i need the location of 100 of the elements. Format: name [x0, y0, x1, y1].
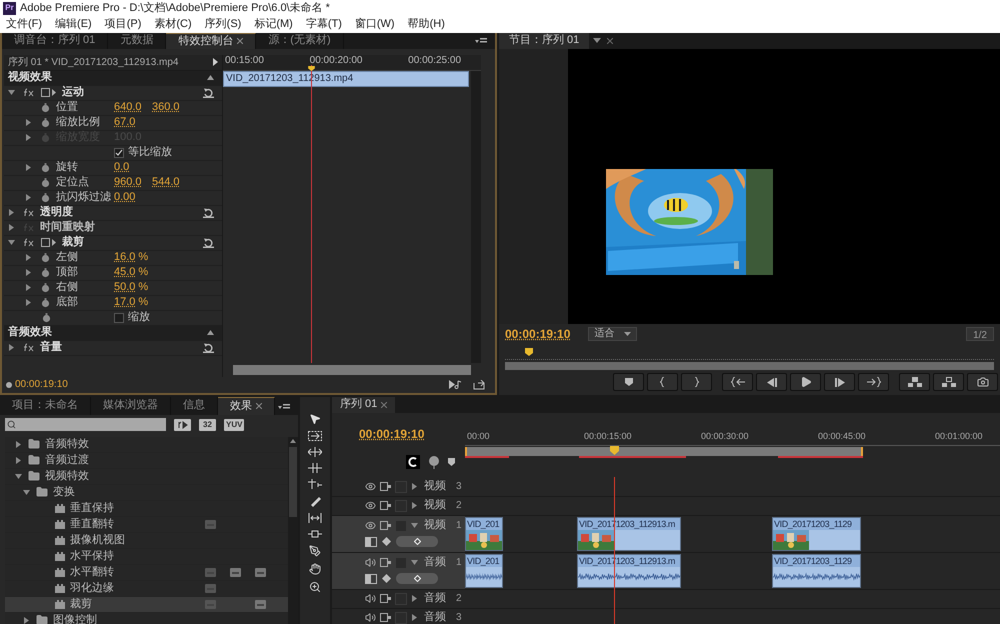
disclosure-triangle-icon[interactable]: [15, 472, 22, 480]
ripple-edit-icon[interactable]: [308, 446, 322, 456]
playhead-handle-icon[interactable]: [524, 348, 533, 356]
horizontal-scrollbar[interactable]: [233, 364, 471, 374]
zoom-dropdown[interactable]: 适合: [588, 326, 638, 340]
eye-icon[interactable]: [365, 520, 376, 531]
effect-item[interactable]: 垂直保持: [5, 500, 288, 516]
panel-tab[interactable]: 节目：序列 01: [499, 32, 590, 48]
menu-item[interactable]: 文件(F): [6, 16, 42, 33]
time-ruler[interactable]: 00:00 00:00:15:00 00:00:30:00 00:00:45:00 00:01:00:00: [465, 430, 1000, 446]
reset-icon[interactable]: [203, 207, 214, 218]
stopwatch-icon[interactable]: [41, 162, 50, 172]
parameter-value[interactable]: 544.0: [152, 174, 180, 191]
playhead-line[interactable]: [311, 64, 312, 362]
play-button[interactable]: [790, 373, 821, 391]
checkbox[interactable]: [114, 312, 124, 322]
vertical-scrollbar[interactable]: [471, 70, 481, 362]
rate-stretch-icon[interactable]: [308, 478, 322, 488]
slide-tool-icon[interactable]: [308, 528, 322, 538]
collapse-arrow-icon[interactable]: [207, 330, 214, 335]
menu-item[interactable]: 帮助(H): [408, 16, 445, 33]
diamond-icon[interactable]: [414, 538, 420, 545]
panel-tab[interactable]: 特效控制台: [166, 32, 256, 48]
fx-icon[interactable]: [23, 343, 35, 352]
menu-item[interactable]: 编辑(E): [55, 16, 92, 33]
expand-arrow-icon[interactable]: [213, 58, 218, 66]
disclosure-triangle-icon[interactable]: [411, 522, 418, 529]
parameter-value[interactable]: 50.0: [114, 279, 136, 296]
panel-tab[interactable]: 序列 01: [332, 396, 396, 412]
panel-tab[interactable]: 媒体浏览器: [91, 396, 171, 414]
close-icon[interactable]: [256, 403, 262, 409]
disclosure-triangle-icon[interactable]: [25, 164, 32, 171]
disclosure-triangle-icon[interactable]: [411, 559, 418, 566]
parameter-value[interactable]: 0.00: [114, 189, 136, 206]
export-frame-button[interactable]: [967, 373, 998, 391]
snap-button[interactable]: [406, 454, 420, 468]
dropdown-arrow-icon[interactable]: [593, 38, 602, 43]
reset-icon[interactable]: [203, 342, 214, 353]
menu-item[interactable]: 序列(S): [204, 16, 242, 33]
fx-icon[interactable]: [23, 88, 35, 97]
folder-item[interactable]: 音频过渡: [5, 452, 288, 468]
mark-in-button[interactable]: [647, 373, 678, 391]
parameter-value[interactable]: 360.0: [152, 99, 180, 116]
keyframe-navigator[interactable]: [396, 573, 438, 584]
stopwatch-icon[interactable]: [41, 268, 50, 278]
disclosure-triangle-icon[interactable]: [25, 119, 32, 126]
effect-item[interactable]: 水平翻转: [5, 564, 288, 580]
panel-menu-icon[interactable]: [475, 36, 487, 44]
stopwatch-icon[interactable]: [42, 312, 51, 322]
go-to-in-button[interactable]: [722, 373, 753, 391]
menu-item[interactable]: 素材(C): [154, 16, 192, 33]
hand-icon[interactable]: [309, 562, 321, 574]
effect-item[interactable]: 垂直翻转: [5, 516, 288, 532]
folder-item[interactable]: 变换: [5, 484, 288, 500]
extract-button[interactable]: [933, 373, 964, 391]
disclosure-triangle-icon[interactable]: [25, 254, 32, 261]
disclosure-triangle-icon[interactable]: [25, 194, 32, 201]
video-clip[interactable]: VID_201: [465, 516, 503, 550]
disclosure-triangle-icon[interactable]: [411, 502, 418, 509]
stopwatch-icon[interactable]: [41, 252, 50, 262]
go-to-out-button[interactable]: [858, 373, 889, 391]
disclosure-triangle-icon[interactable]: [8, 344, 15, 351]
globe-icon[interactable]: [428, 454, 440, 468]
accelerated-filter-button[interactable]: [174, 418, 191, 430]
disclosure-triangle-icon[interactable]: [8, 239, 15, 246]
menu-item[interactable]: 字幕(T): [306, 16, 342, 33]
razor-icon[interactable]: [309, 494, 321, 506]
speaker-icon[interactable]: [365, 593, 376, 604]
reset-icon[interactable]: [203, 87, 214, 98]
transform-icon[interactable]: [41, 88, 57, 97]
transform-icon[interactable]: [41, 238, 57, 247]
panel-menu-icon[interactable]: [278, 402, 290, 410]
current-timecode[interactable]: 00:00:19:10: [15, 377, 68, 392]
parameter-value[interactable]: 67.0: [114, 114, 136, 131]
effect-item[interactable]: 摄像机视图: [5, 532, 288, 548]
sync-lock-icon[interactable]: [380, 558, 391, 567]
vertical-scrollbar[interactable]: [288, 436, 298, 624]
display-style-icon[interactable]: [365, 536, 377, 546]
track-select-icon[interactable]: [308, 430, 322, 440]
mark-out-button[interactable]: [681, 373, 712, 391]
selection-tool-icon[interactable]: [309, 412, 321, 424]
pen-icon[interactable]: [309, 544, 321, 556]
disclosure-triangle-icon[interactable]: [15, 440, 22, 448]
keyframe-navigator[interactable]: [396, 536, 438, 547]
export-icon[interactable]: [473, 380, 485, 390]
disclosure-triangle-icon[interactable]: [25, 269, 32, 276]
rolling-edit-icon[interactable]: [308, 462, 322, 472]
disclosure-triangle-icon[interactable]: [8, 224, 15, 231]
disclosure-triangle-icon[interactable]: [25, 299, 32, 306]
zoom-scrollbar[interactable]: [505, 362, 994, 370]
zoom-icon[interactable]: [309, 580, 321, 592]
parameter-value[interactable]: 17.0: [114, 294, 136, 311]
effect-item[interactable]: 水平保持: [5, 548, 288, 564]
keyframe-icon[interactable]: [382, 574, 391, 583]
work-area-bar[interactable]: [465, 446, 863, 456]
stopwatch-icon[interactable]: [41, 192, 50, 202]
stopwatch-icon[interactable]: [41, 282, 50, 292]
lift-button[interactable]: [899, 373, 930, 391]
disclosure-triangle-icon[interactable]: [23, 616, 30, 624]
marker-icon[interactable]: [6, 382, 12, 388]
